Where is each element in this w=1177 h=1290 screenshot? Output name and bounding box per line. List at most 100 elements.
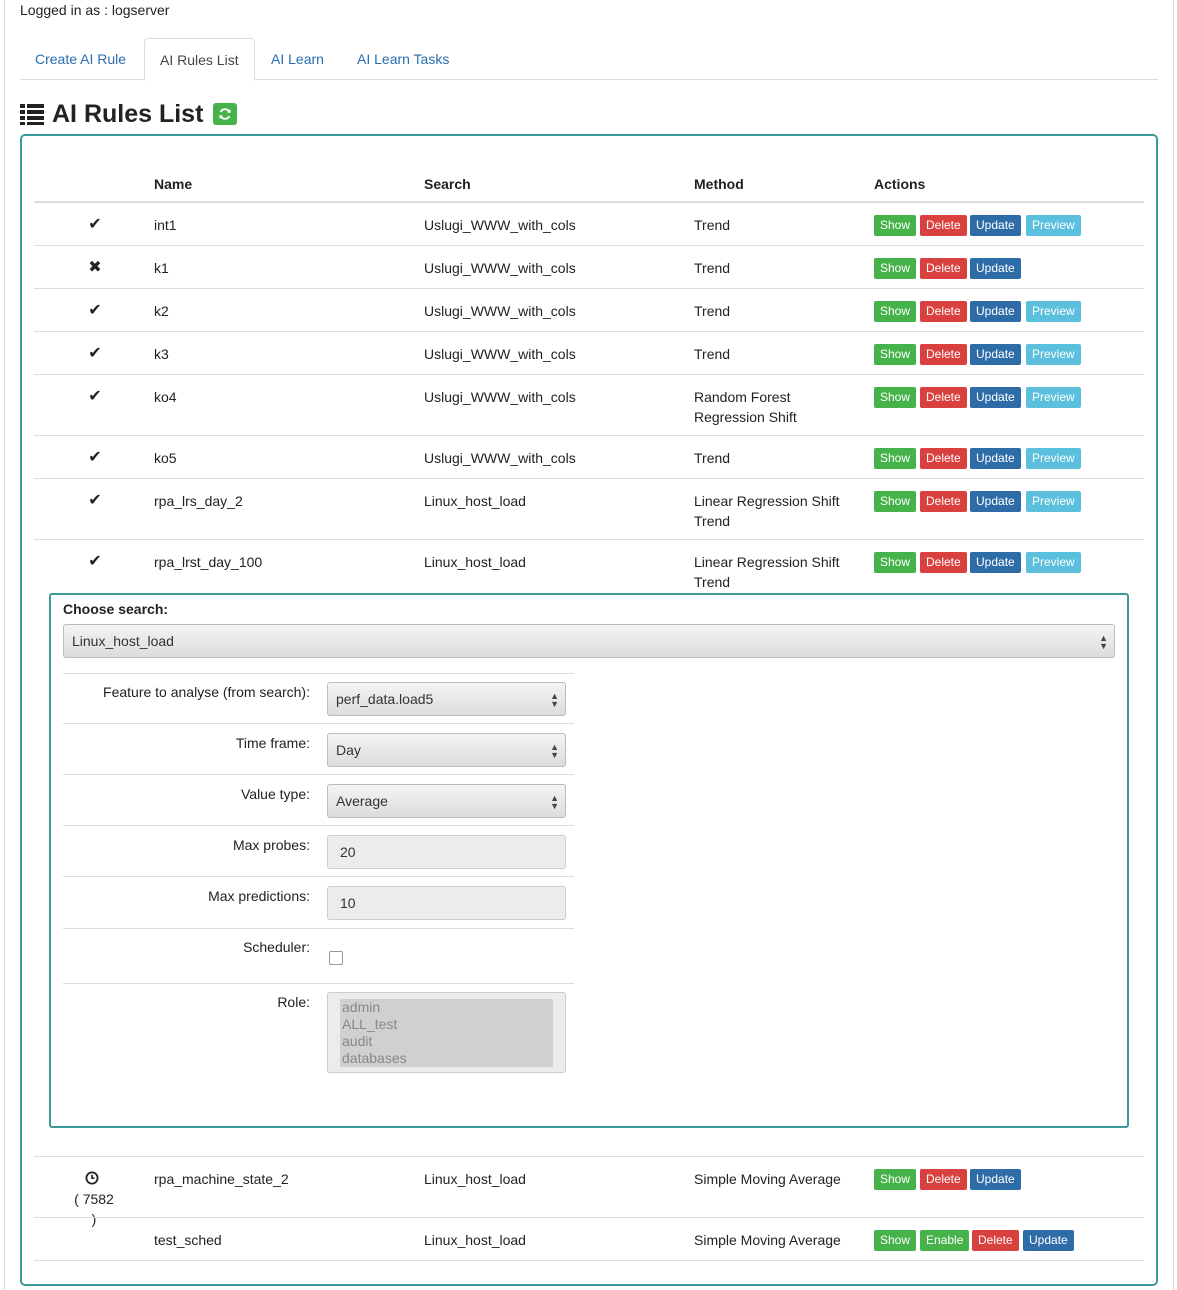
rule-name: ko5 <box>154 450 177 466</box>
update-button[interactable]: Update <box>970 301 1021 322</box>
show-button[interactable]: Show <box>874 1169 917 1190</box>
preview-button[interactable]: Preview <box>1026 448 1081 469</box>
choose-search-value: Linux_host_load <box>72 633 174 649</box>
role-options: admin ALL_test audit databases <box>340 999 553 1067</box>
select-arrows-icon: ▲ ▼ <box>1099 633 1108 651</box>
show-button[interactable]: Show <box>874 344 917 365</box>
timeframe-select[interactable]: Day ▲ ▼ <box>327 733 566 767</box>
delete-button[interactable]: Delete <box>920 1169 967 1190</box>
status-check-icon: ✔ <box>88 216 102 233</box>
refresh-icon <box>219 108 231 120</box>
role-option[interactable]: audit <box>340 1033 553 1050</box>
rule-method-line2: Trend <box>694 574 731 590</box>
preview-button[interactable]: Preview <box>1026 215 1081 236</box>
form-divider <box>63 673 574 674</box>
show-button[interactable]: Show <box>874 491 917 512</box>
status-cross-icon: ✖ <box>88 259 102 276</box>
rule-search: Linux_host_load <box>424 1232 526 1248</box>
rule-search: Uslugi_WWW_with_cols <box>424 260 576 276</box>
preview-button[interactable]: Preview <box>1026 301 1081 322</box>
update-button[interactable]: Update <box>970 387 1021 408</box>
page-title-text: AI Rules List <box>52 99 204 128</box>
enable-button[interactable]: Enable <box>920 1230 970 1251</box>
delete-button[interactable]: Delete <box>920 301 967 322</box>
timeframe-value: Day <box>336 742 361 758</box>
valuetype-label: Value type: <box>240 786 310 802</box>
rule-name: k2 <box>154 303 169 319</box>
form-divider <box>63 928 574 929</box>
rule-search: Linux_host_load <box>424 493 526 509</box>
update-button[interactable]: Update <box>1023 1230 1074 1251</box>
delete-button[interactable]: Delete <box>920 215 967 236</box>
feature-label: Feature to analyse (from search): <box>103 684 310 700</box>
column-header-name: Name <box>154 176 193 192</box>
update-button[interactable]: Update <box>970 552 1021 573</box>
row-divider <box>34 478 1144 479</box>
column-header-actions: Actions <box>874 176 926 192</box>
valuetype-select[interactable]: Average ▲ ▼ <box>327 784 566 818</box>
show-button[interactable]: Show <box>874 215 917 236</box>
delete-button[interactable]: Delete <box>920 448 967 469</box>
rule-name: rpa_machine_state_2 <box>154 1171 289 1187</box>
rule-name: int1 <box>154 217 177 233</box>
delete-button[interactable]: Delete <box>920 387 967 408</box>
row-divider <box>34 374 1144 375</box>
show-button[interactable]: Show <box>874 552 917 573</box>
status-check-icon: ✔ <box>88 302 102 319</box>
status-check-icon: ✔ <box>88 388 102 405</box>
rule-method: Simple Moving Average <box>694 1171 841 1187</box>
tab-ai-rules-list[interactable]: AI Rules List <box>144 38 255 81</box>
row-divider <box>34 1156 1144 1157</box>
update-button[interactable]: Update <box>970 258 1021 279</box>
tab-ai-learn[interactable]: AI Learn <box>256 38 339 80</box>
row-divider <box>34 1260 1144 1261</box>
maxprobes-label: Max probes: <box>232 837 310 853</box>
update-button[interactable]: Update <box>970 448 1021 469</box>
scheduler-checkbox[interactable] <box>329 951 343 965</box>
rule-search: Uslugi_WWW_with_cols <box>424 303 576 319</box>
status-check-icon: ✔ <box>88 492 102 509</box>
delete-button[interactable]: Delete <box>920 552 967 573</box>
preview-button[interactable]: Preview <box>1026 387 1081 408</box>
rule-search: Uslugi_WWW_with_cols <box>424 450 576 466</box>
update-button[interactable]: Update <box>970 215 1021 236</box>
preview-button[interactable]: Preview <box>1026 491 1081 512</box>
refresh-button[interactable] <box>213 103 238 125</box>
rule-name: rpa_lrs_day_2 <box>154 493 243 509</box>
rule-method: Trend <box>694 217 731 233</box>
maxpredictions-input[interactable]: 10 <box>327 886 566 920</box>
show-button[interactable]: Show <box>874 301 917 322</box>
row-divider <box>34 1217 1144 1218</box>
rule-method-line2: Regression Shift <box>694 409 797 425</box>
choose-search-select[interactable]: Linux_host_load ▲ ▼ <box>63 624 1115 658</box>
tab-create-ai-rule[interactable]: Create AI Rule <box>20 38 141 80</box>
update-button[interactable]: Update <box>970 491 1021 512</box>
role-multiselect[interactable]: admin ALL_test audit databases <box>327 992 566 1073</box>
preview-button[interactable]: Preview <box>1026 344 1081 365</box>
tab-bar: Create AI Rule AI Rules List AI Learn AI… <box>20 38 1158 81</box>
role-label: Role: <box>277 994 310 1010</box>
role-option[interactable]: admin <box>340 999 553 1016</box>
delete-button[interactable]: Delete <box>972 1230 1019 1251</box>
delete-button[interactable]: Delete <box>920 258 967 279</box>
show-button[interactable]: Show <box>874 1230 917 1251</box>
column-header-method: Method <box>694 176 744 192</box>
rule-method-line2: Trend <box>694 513 731 529</box>
maxprobes-input[interactable]: 20 <box>327 835 566 869</box>
row-divider <box>34 435 1144 436</box>
role-option[interactable]: ALL_test <box>340 1016 553 1033</box>
tab-ai-learn-tasks[interactable]: AI Learn Tasks <box>342 38 464 80</box>
update-button[interactable]: Update <box>970 1169 1021 1190</box>
show-button[interactable]: Show <box>874 258 917 279</box>
show-button[interactable]: Show <box>874 448 917 469</box>
preview-button[interactable]: Preview <box>1026 552 1081 573</box>
delete-button[interactable]: Delete <box>920 344 967 365</box>
rule-method: Trend <box>694 303 731 319</box>
role-option[interactable]: databases <box>340 1050 553 1067</box>
form-divider <box>63 825 574 826</box>
delete-button[interactable]: Delete <box>920 491 967 512</box>
update-button[interactable]: Update <box>970 344 1021 365</box>
list-icon <box>20 104 44 125</box>
feature-select[interactable]: perf_data.load5 ▲ ▼ <box>327 682 566 716</box>
show-button[interactable]: Show <box>874 387 917 408</box>
